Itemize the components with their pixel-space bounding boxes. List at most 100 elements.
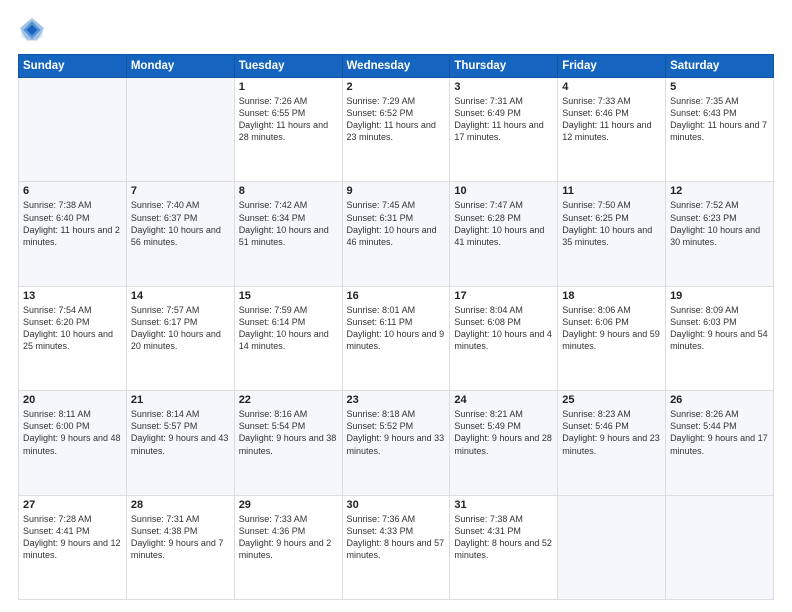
day-info: Sunrise: 8:21 AM Sunset: 5:49 PM Dayligh… <box>454 408 553 457</box>
calendar-cell: 15 Sunrise: 7:59 AM Sunset: 6:14 PM Dayli… <box>234 286 342 390</box>
day-number: 5 <box>670 81 769 93</box>
day-info: Sunrise: 7:50 AM Sunset: 6:25 PM Dayligh… <box>562 199 661 248</box>
day-number: 17 <box>454 290 553 302</box>
day-number: 14 <box>131 290 230 302</box>
day-info: Sunrise: 8:16 AM Sunset: 5:54 PM Dayligh… <box>239 408 338 457</box>
calendar-cell: 19 Sunrise: 8:09 AM Sunset: 6:03 PM Dayli… <box>666 286 774 390</box>
calendar-cell: 13Sunrise: 7:54 AM Sunset: 6:20 PM Dayli… <box>19 286 127 390</box>
day-info: Sunrise: 7:38 AM Sunset: 6:40 PM Dayligh… <box>23 199 122 248</box>
day-number: 11 <box>562 185 661 197</box>
calendar-cell: 22 Sunrise: 8:16 AM Sunset: 5:54 PM Dayli… <box>234 391 342 495</box>
day-info: Sunrise: 7:36 AM Sunset: 4:33 PM Dayligh… <box>347 513 446 562</box>
calendar-week-4: 20Sunrise: 8:11 AM Sunset: 6:00 PM Dayli… <box>19 391 774 495</box>
day-number: 24 <box>454 394 553 406</box>
calendar-cell: 17 Sunrise: 8:04 AM Sunset: 6:08 PM Dayli… <box>450 286 558 390</box>
day-number: 4 <box>562 81 661 93</box>
calendar-cell: 12 Sunrise: 7:52 AM Sunset: 6:23 PM Dayli… <box>666 182 774 286</box>
day-info: Sunrise: 7:52 AM Sunset: 6:23 PM Dayligh… <box>670 199 769 248</box>
calendar-cell <box>558 495 666 599</box>
day-number: 3 <box>454 81 553 93</box>
calendar-cell <box>19 78 127 182</box>
day-info: Sunrise: 8:23 AM Sunset: 5:46 PM Dayligh… <box>562 408 661 457</box>
day-number: 12 <box>670 185 769 197</box>
calendar-cell: 14 Sunrise: 7:57 AM Sunset: 6:17 PM Dayli… <box>126 286 234 390</box>
calendar-cell: 10 Sunrise: 7:47 AM Sunset: 6:28 PM Dayli… <box>450 182 558 286</box>
calendar-week-1: 1 Sunrise: 7:26 AM Sunset: 6:55 PM Daylig… <box>19 78 774 182</box>
calendar-cell: 24 Sunrise: 8:21 AM Sunset: 5:49 PM Dayli… <box>450 391 558 495</box>
day-info: Sunrise: 7:57 AM Sunset: 6:17 PM Dayligh… <box>131 304 230 353</box>
calendar-header-wednesday: Wednesday <box>342 55 450 78</box>
calendar-cell: 26Sunrise: 8:26 AM Sunset: 5:44 PM Dayli… <box>666 391 774 495</box>
calendar-cell: 4 Sunrise: 7:33 AM Sunset: 6:46 PM Daylig… <box>558 78 666 182</box>
calendar-header-thursday: Thursday <box>450 55 558 78</box>
day-number: 6 <box>23 185 122 197</box>
day-info: Sunrise: 7:31 AM Sunset: 6:49 PM Dayligh… <box>454 95 553 144</box>
day-number: 30 <box>347 499 446 511</box>
day-info: Sunrise: 7:33 AM Sunset: 6:46 PM Dayligh… <box>562 95 661 144</box>
calendar-cell: 9 Sunrise: 7:45 AM Sunset: 6:31 PM Daylig… <box>342 182 450 286</box>
calendar-header-row: SundayMondayTuesdayWednesdayThursdayFrid… <box>19 55 774 78</box>
day-number: 31 <box>454 499 553 511</box>
calendar-cell: 25 Sunrise: 8:23 AM Sunset: 5:46 PM Dayli… <box>558 391 666 495</box>
calendar-header-tuesday: Tuesday <box>234 55 342 78</box>
calendar-cell <box>126 78 234 182</box>
logo-icon <box>18 16 46 44</box>
day-number: 29 <box>239 499 338 511</box>
day-info: Sunrise: 7:40 AM Sunset: 6:37 PM Dayligh… <box>131 199 230 248</box>
calendar-cell: 16Sunrise: 8:01 AM Sunset: 6:11 PM Dayli… <box>342 286 450 390</box>
day-info: Sunrise: 7:28 AM Sunset: 4:41 PM Dayligh… <box>23 513 122 562</box>
calendar-cell: 5 Sunrise: 7:35 AM Sunset: 6:43 PM Daylig… <box>666 78 774 182</box>
calendar-body: 1 Sunrise: 7:26 AM Sunset: 6:55 PM Daylig… <box>19 78 774 600</box>
calendar-cell: 29 Sunrise: 7:33 AM Sunset: 4:36 PM Dayli… <box>234 495 342 599</box>
calendar-week-2: 6 Sunrise: 7:38 AM Sunset: 6:40 PM Daylig… <box>19 182 774 286</box>
calendar-cell: 31Sunrise: 7:38 AM Sunset: 4:31 PM Dayli… <box>450 495 558 599</box>
calendar-cell: 11 Sunrise: 7:50 AM Sunset: 6:25 PM Dayli… <box>558 182 666 286</box>
day-number: 8 <box>239 185 338 197</box>
day-info: Sunrise: 7:59 AM Sunset: 6:14 PM Dayligh… <box>239 304 338 353</box>
day-number: 15 <box>239 290 338 302</box>
day-number: 9 <box>347 185 446 197</box>
calendar-cell: 21 Sunrise: 8:14 AM Sunset: 5:57 PM Dayli… <box>126 391 234 495</box>
day-info: Sunrise: 8:04 AM Sunset: 6:08 PM Dayligh… <box>454 304 553 353</box>
logo <box>18 16 50 44</box>
day-number: 27 <box>23 499 122 511</box>
day-info: Sunrise: 7:31 AM Sunset: 4:38 PM Dayligh… <box>131 513 230 562</box>
calendar-cell: 20Sunrise: 8:11 AM Sunset: 6:00 PM Dayli… <box>19 391 127 495</box>
day-info: Sunrise: 8:09 AM Sunset: 6:03 PM Dayligh… <box>670 304 769 353</box>
day-number: 18 <box>562 290 661 302</box>
page-header <box>18 16 774 44</box>
day-number: 25 <box>562 394 661 406</box>
day-info: Sunrise: 7:42 AM Sunset: 6:34 PM Dayligh… <box>239 199 338 248</box>
day-number: 28 <box>131 499 230 511</box>
calendar-cell: 28 Sunrise: 7:31 AM Sunset: 4:38 PM Dayli… <box>126 495 234 599</box>
day-info: Sunrise: 7:33 AM Sunset: 4:36 PM Dayligh… <box>239 513 338 562</box>
day-number: 20 <box>23 394 122 406</box>
day-info: Sunrise: 7:54 AM Sunset: 6:20 PM Dayligh… <box>23 304 122 353</box>
day-number: 21 <box>131 394 230 406</box>
calendar-cell: 6 Sunrise: 7:38 AM Sunset: 6:40 PM Daylig… <box>19 182 127 286</box>
calendar-cell: 8 Sunrise: 7:42 AM Sunset: 6:34 PM Daylig… <box>234 182 342 286</box>
calendar-cell <box>666 495 774 599</box>
day-info: Sunrise: 8:18 AM Sunset: 5:52 PM Dayligh… <box>347 408 446 457</box>
day-info: Sunrise: 7:45 AM Sunset: 6:31 PM Dayligh… <box>347 199 446 248</box>
day-info: Sunrise: 7:26 AM Sunset: 6:55 PM Dayligh… <box>239 95 338 144</box>
day-number: 7 <box>131 185 230 197</box>
calendar-header-sunday: Sunday <box>19 55 127 78</box>
day-info: Sunrise: 7:47 AM Sunset: 6:28 PM Dayligh… <box>454 199 553 248</box>
day-info: Sunrise: 7:35 AM Sunset: 6:43 PM Dayligh… <box>670 95 769 144</box>
day-info: Sunrise: 8:06 AM Sunset: 6:06 PM Dayligh… <box>562 304 661 353</box>
calendar-cell: 18 Sunrise: 8:06 AM Sunset: 6:06 PM Dayli… <box>558 286 666 390</box>
calendar-header-friday: Friday <box>558 55 666 78</box>
day-number: 23 <box>347 394 446 406</box>
calendar-cell: 27 Sunrise: 7:28 AM Sunset: 4:41 PM Dayli… <box>19 495 127 599</box>
calendar-header-saturday: Saturday <box>666 55 774 78</box>
day-number: 19 <box>670 290 769 302</box>
calendar-cell: 1 Sunrise: 7:26 AM Sunset: 6:55 PM Daylig… <box>234 78 342 182</box>
day-info: Sunrise: 8:14 AM Sunset: 5:57 PM Dayligh… <box>131 408 230 457</box>
calendar-cell: 23 Sunrise: 8:18 AM Sunset: 5:52 PM Dayli… <box>342 391 450 495</box>
day-number: 22 <box>239 394 338 406</box>
calendar-cell: 3 Sunrise: 7:31 AM Sunset: 6:49 PM Daylig… <box>450 78 558 182</box>
day-number: 2 <box>347 81 446 93</box>
day-number: 1 <box>239 81 338 93</box>
day-number: 10 <box>454 185 553 197</box>
